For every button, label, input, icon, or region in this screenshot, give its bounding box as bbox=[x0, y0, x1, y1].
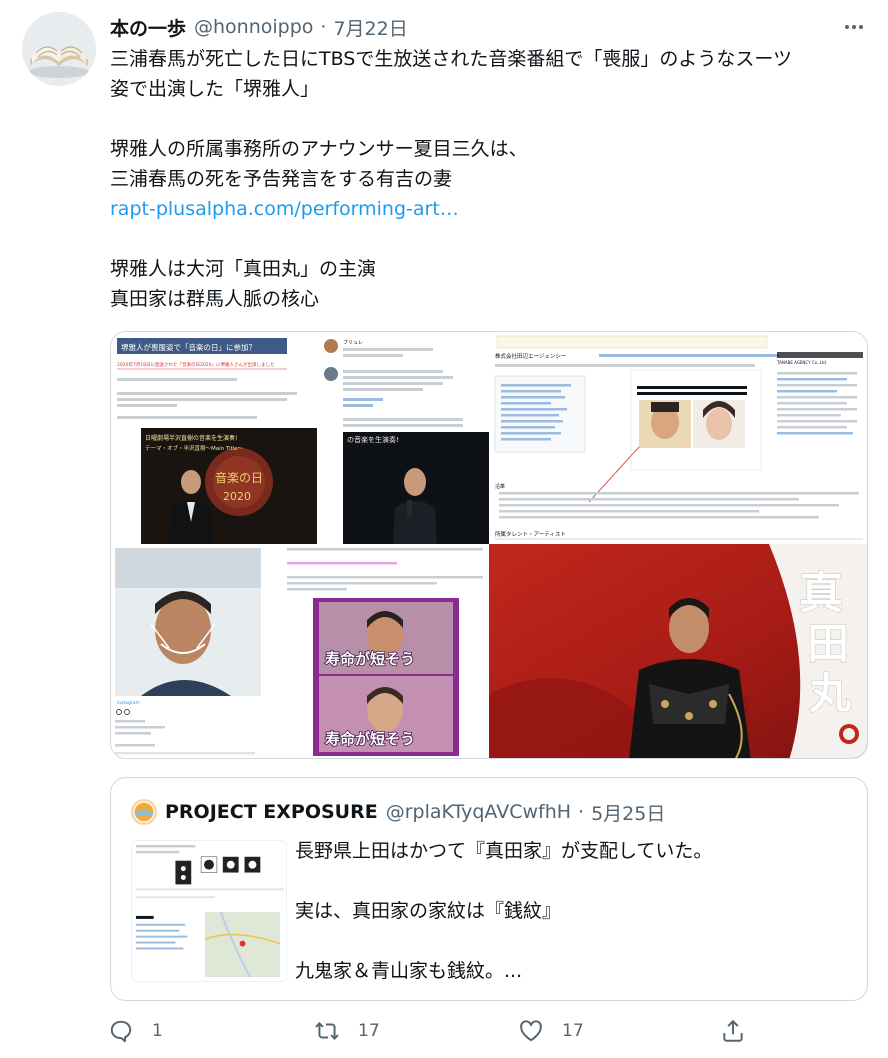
company-name-en: TANABE AGENCY Co.,Ltd. bbox=[776, 360, 827, 365]
section-tenants: 所属タレント・アーティスト bbox=[495, 530, 566, 538]
reply-icon bbox=[110, 1020, 132, 1043]
display-name[interactable]: 本の一歩 bbox=[110, 14, 186, 41]
poster-title-char-1: 真 bbox=[799, 568, 843, 619]
reply-count: 1 bbox=[152, 1021, 163, 1041]
instagram-label: Instagram bbox=[117, 700, 140, 706]
header-separator: · bbox=[320, 16, 327, 38]
show-title-overlay: 音楽の日 bbox=[215, 470, 263, 485]
banner-line-2: テーマ・オブ・半沢直樹〜Main Title〜 bbox=[145, 444, 244, 452]
quoted-date[interactable]: 5月25日 bbox=[591, 799, 665, 826]
user-handle[interactable]: @honnoippo bbox=[194, 16, 313, 38]
retweet-icon bbox=[315, 1022, 339, 1040]
screenshot-banner: の音楽を生演奏! bbox=[347, 435, 399, 444]
banner-line-1: 日曜劇場半沢直樹の音楽を生演奏! bbox=[145, 434, 237, 442]
tweet-link[interactable]: rapt-plusalpha.com/performing-art… bbox=[110, 194, 870, 224]
tweet-text-line: 堺雅人の所属事務所のアナウンサー夏目三久は、 bbox=[110, 138, 528, 160]
media-image-instagram[interactable]: Instagram bbox=[111, 544, 261, 758]
poster-title-char-2: 田 bbox=[807, 619, 849, 668]
media-image-tweet-screenshot[interactable]: ブリュレ の音楽を生演奏! bbox=[317, 332, 489, 544]
reply-button[interactable]: 1 bbox=[108, 1014, 163, 1048]
quoted-text-line: 実は、真田家の家紋は『銭紋』 bbox=[295, 900, 562, 922]
globe-avatar-icon bbox=[131, 799, 157, 825]
like-button[interactable]: 17 bbox=[518, 1014, 584, 1048]
tweet-header: 本の一歩 @honnoippo · 7月22日 bbox=[110, 13, 408, 41]
company-name: 株式会社田辺エージェンシー bbox=[495, 352, 566, 360]
retweet-button[interactable]: 17 bbox=[314, 1014, 380, 1048]
tweet-text-line: 堺雅人は大河「真田丸」の主演 bbox=[110, 258, 377, 280]
media-image-drama-poster[interactable]: 真 田 丸 bbox=[489, 544, 867, 758]
like-count: 17 bbox=[562, 1021, 584, 1041]
quoted-tweet[interactable]: PROJECT EXPOSURE @rplaKTyqAVCwfhH · 5月25… bbox=[110, 777, 868, 1001]
retweet-count: 17 bbox=[358, 1021, 380, 1041]
poster-title-char-3: 丸 bbox=[808, 669, 851, 718]
media-grid[interactable]: 堺雅人が喪服姿で「音楽の日」に参加？ 2020年7月18日に放送された「音楽の日… bbox=[110, 331, 868, 759]
quoted-text-line: 九鬼家＆青山家も銭紋。... bbox=[295, 960, 523, 982]
quoted-display-name[interactable]: PROJECT EXPOSURE bbox=[165, 801, 378, 823]
show-year-overlay: 2020 bbox=[223, 490, 251, 503]
screenshot-account: ブリュレ bbox=[343, 339, 363, 346]
quoted-tweet-header: PROJECT EXPOSURE @rplaKTyqAVCwfhH · 5月25… bbox=[131, 798, 665, 826]
dot-icon bbox=[845, 25, 849, 29]
tweet-text-line: 三浦春馬の死を予告発言をする有吉の妻 bbox=[110, 168, 453, 190]
article-caption: 2020年7月18日に放送された「音楽の日2020」に堺雅人さんが出演しました bbox=[117, 361, 275, 368]
quoted-user-handle[interactable]: @rplaKTyqAVCwfhH bbox=[386, 801, 571, 823]
dot-icon bbox=[859, 25, 863, 29]
section-history: 沿革 bbox=[495, 483, 505, 490]
quoted-separator: · bbox=[578, 801, 585, 823]
tweet-text-line: 姿で出演した「堺雅人」 bbox=[110, 78, 320, 100]
tweet[interactable]: 本の一歩 @honnoippo · 7月22日 三浦春馬が死亡した日にTBSで生… bbox=[0, 0, 888, 1058]
share-button[interactable] bbox=[720, 1014, 746, 1048]
dot-icon bbox=[852, 25, 856, 29]
tweet-date[interactable]: 7月22日 bbox=[333, 14, 407, 41]
media-image-tv-screenshot[interactable]: 寿命が短そう 寿命が短そう bbox=[261, 544, 489, 758]
book-avatar-icon bbox=[22, 12, 96, 86]
article-title: 堺雅人が喪服姿で「音楽の日」に参加？ bbox=[121, 342, 256, 352]
quoted-avatar[interactable] bbox=[131, 799, 157, 825]
media-image-article[interactable]: 堺雅人が喪服姿で「音楽の日」に参加？ 2020年7月18日に放送された「音楽の日… bbox=[111, 332, 317, 544]
media-image-company-page[interactable]: 株式会社田辺エージェンシー TANABE AGENCY Co.,Ltd. 沿革 … bbox=[489, 332, 867, 544]
more-options-icon[interactable] bbox=[836, 14, 872, 40]
like-icon bbox=[520, 1020, 542, 1042]
share-icon bbox=[723, 1019, 743, 1042]
tweet-actions: 1 17 17 bbox=[108, 1014, 748, 1048]
quoted-text-line: 長野県上田はかつて『真田家』が支配していた。 bbox=[295, 840, 713, 862]
tweet-text-line: 真田家は群馬人脈の核心 bbox=[110, 288, 320, 310]
tweet-text-line: 三浦春馬が死亡した日にTBSで生放送された音楽番組で「喪服」のようなスーツ bbox=[110, 48, 792, 70]
avatar[interactable] bbox=[22, 12, 96, 86]
tv-caption-2: 寿命が短そう bbox=[325, 730, 415, 748]
quoted-thumbnail[interactable] bbox=[131, 840, 287, 982]
tv-caption-1: 寿命が短そう bbox=[325, 650, 415, 668]
